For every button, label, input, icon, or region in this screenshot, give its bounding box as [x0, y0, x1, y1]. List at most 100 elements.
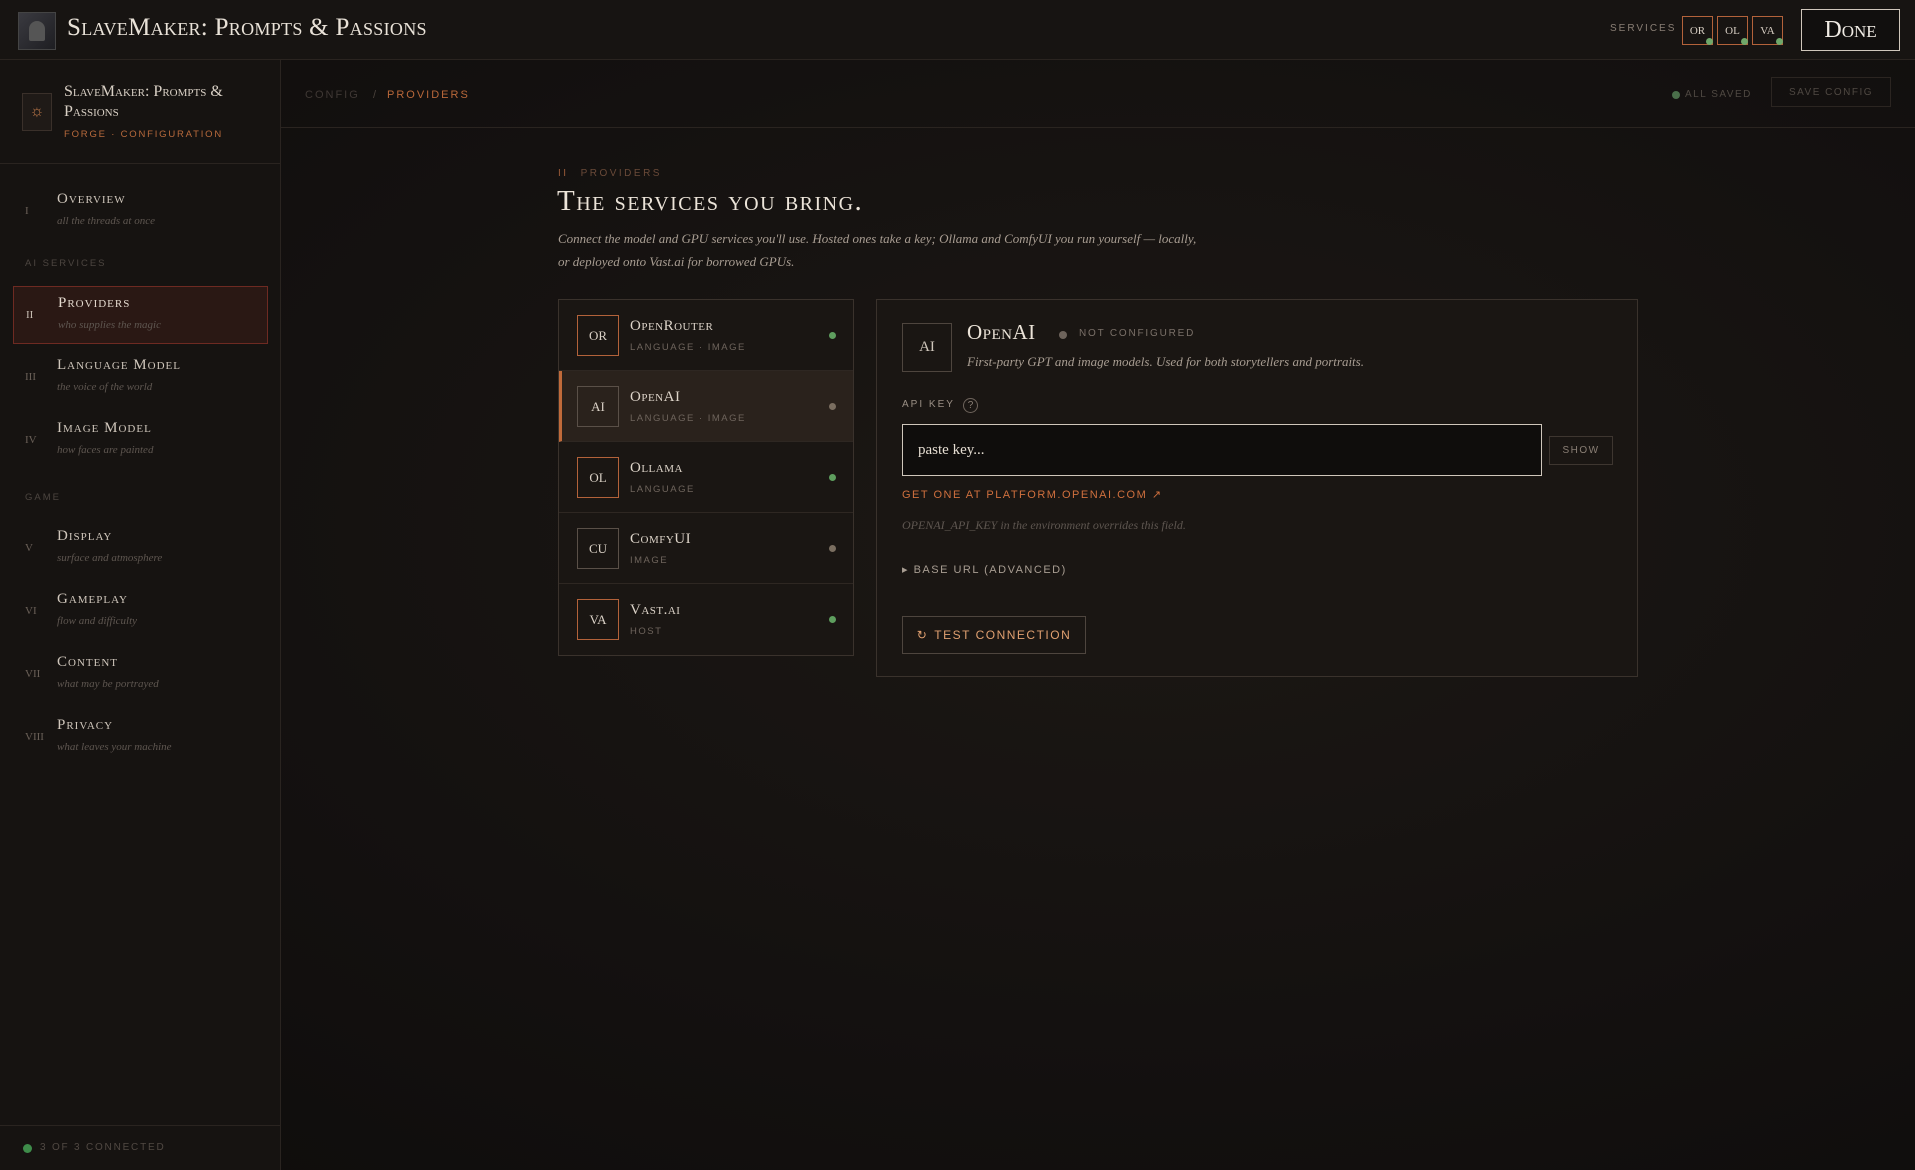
top-bar: SlaveMaker: Prompts & Passions SERVICES …	[0, 0, 1915, 60]
nav-description: who supplies the magic	[58, 319, 161, 331]
breadcrumb-separator: /	[373, 89, 379, 101]
status-dot	[1776, 38, 1783, 45]
sidebar-item-display[interactable]: V Display surface and atmosphere	[13, 520, 268, 578]
base-url-advanced-toggle[interactable]: ▸ BASE URL (ADVANCED)	[902, 563, 1067, 576]
nav-label: Overview	[57, 191, 126, 207]
status-dot	[1741, 38, 1748, 45]
page-description: Connect the model and GPU services you'l…	[558, 231, 1197, 269]
sidebar-item-overview[interactable]: I Overview all the threads at once	[13, 183, 268, 241]
nav-description: how faces are painted	[57, 444, 154, 456]
provider-tags: LANGUAGE · IMAGE	[630, 413, 746, 424]
provider-item-comfyui[interactable]: CU ComfyUI IMAGE	[559, 513, 853, 584]
status-dot	[23, 1144, 32, 1153]
provider-badge: AI	[577, 386, 619, 427]
nav-label: Content	[57, 654, 118, 670]
nav-label: Display	[57, 528, 113, 544]
status-dot	[1059, 331, 1067, 339]
status-badge: NOT CONFIGURED	[1079, 328, 1196, 339]
nav-description: all the threads at once	[57, 215, 155, 227]
nav-description: the voice of the world	[57, 381, 153, 393]
nav-number: I	[25, 205, 29, 217]
service-chip-label: OR	[1689, 24, 1706, 37]
provider-badge: OL	[577, 457, 619, 498]
status-dot	[829, 545, 836, 552]
provider-list: OR OpenRouter LANGUAGE · IMAGE AI OpenAI…	[558, 299, 854, 656]
nav-description: flow and difficulty	[57, 615, 138, 627]
gear-icon: ☼	[22, 93, 52, 131]
provider-tags: IMAGE	[630, 555, 669, 566]
status-dot	[1706, 38, 1713, 45]
sidebar-subtitle: FORGE · CONFIGURATION	[64, 129, 224, 140]
section-eyebrow: II PROVIDERS	[558, 168, 662, 179]
test-connection-label: TEST CONNECTION	[934, 628, 1072, 642]
sidebar: ☼ SlaveMaker: Prompts & Passions FORGE ·…	[0, 60, 281, 1170]
connection-count: 3 OF 3 CONNECTED	[40, 1142, 166, 1153]
breadcrumb: CONFIG / PROVIDERS ALL SAVED SAVE CONFIG	[281, 60, 1915, 128]
page-title: The services you bring.	[557, 185, 864, 217]
provider-tags: LANGUAGE · IMAGE	[630, 342, 746, 353]
service-chip-ollama[interactable]: OL	[1717, 16, 1748, 45]
services-label: SERVICES	[1610, 23, 1677, 34]
status-dot	[829, 616, 836, 623]
provider-tags: LANGUAGE	[630, 484, 695, 495]
nav-number: VI	[25, 605, 37, 617]
provider-name: Vast.ai	[630, 602, 681, 618]
help-icon[interactable]: ?	[963, 398, 978, 413]
service-chip-openrouter[interactable]: OR	[1682, 16, 1713, 45]
save-config-button[interactable]: SAVE CONFIG	[1771, 77, 1891, 107]
nav-label: Language Model	[57, 357, 181, 373]
api-key-label: API KEY	[902, 399, 955, 410]
done-button[interactable]: Done	[1801, 9, 1900, 51]
provider-badge: CU	[577, 528, 619, 569]
provider-name: ComfyUI	[630, 531, 692, 547]
test-connection-button[interactable]: ↻ TEST CONNECTION	[902, 616, 1086, 654]
status-dot	[829, 332, 836, 339]
sidebar-header: ☼ SlaveMaker: Prompts & Passions FORGE ·…	[0, 60, 280, 164]
show-key-button[interactable]: SHOW	[1549, 436, 1613, 465]
refresh-icon: ↻	[916, 628, 929, 642]
saved-status: ALL SAVED	[1685, 89, 1752, 100]
nav-number: IV	[25, 434, 37, 446]
provider-name: OpenRouter	[630, 318, 714, 334]
nav-label: Providers	[58, 295, 131, 311]
nav-number: III	[25, 371, 36, 383]
app-title: SlaveMaker: Prompts & Passions	[67, 14, 427, 41]
service-chip-vastai[interactable]: VA	[1752, 16, 1783, 45]
status-dot	[829, 474, 836, 481]
provider-detail-panel: AI OpenAI NOT CONFIGURED First-party GPT…	[876, 299, 1638, 677]
sidebar-item-content[interactable]: VII Content what may be portrayed	[13, 646, 268, 704]
provider-name: OpenAI	[630, 389, 681, 405]
sidebar-title: SlaveMaker: Prompts & Passions	[64, 83, 223, 120]
provider-item-ollama[interactable]: OL Ollama LANGUAGE	[559, 442, 853, 513]
provider-badge: VA	[577, 599, 619, 640]
nav-label: Image Model	[57, 420, 152, 436]
get-key-link[interactable]: GET ONE AT PLATFORM.OPENAI.COM ↗	[902, 488, 1163, 501]
provider-tags: HOST	[630, 626, 663, 637]
provider-item-openai[interactable]: AI OpenAI LANGUAGE · IMAGE	[559, 371, 853, 442]
nav-section-ai-services: AI SERVICES	[25, 258, 107, 269]
service-chip-label: VA	[1760, 24, 1775, 37]
provider-item-vastai[interactable]: VA Vast.ai HOST	[559, 584, 853, 655]
provider-name: Ollama	[630, 460, 683, 476]
section-name: PROVIDERS	[580, 168, 662, 179]
sidebar-item-image-model[interactable]: IV Image Model how faces are painted	[13, 412, 268, 470]
nav-section-game: GAME	[25, 492, 61, 503]
api-key-input[interactable]	[902, 424, 1542, 476]
sidebar-item-providers[interactable]: II Providers who supplies the magic	[13, 286, 268, 344]
sidebar-item-privacy[interactable]: VIII Privacy what leaves your machine	[13, 709, 268, 767]
nav-description: surface and atmosphere	[57, 552, 163, 564]
status-dot	[829, 403, 836, 410]
provider-badge: OR	[577, 315, 619, 356]
provider-description: First-party GPT and image models. Used f…	[967, 354, 1364, 369]
sidebar-item-language-model[interactable]: III Language Model the voice of the worl…	[13, 349, 268, 407]
nav-number: VII	[25, 668, 41, 680]
env-override-note: OPENAI_API_KEY in the environment overri…	[902, 518, 1186, 532]
saved-status-dot	[1672, 91, 1680, 99]
service-chip-label: OL	[1725, 24, 1740, 37]
sidebar-item-gameplay[interactable]: VI Gameplay flow and difficulty	[13, 583, 268, 641]
nav-number: II	[26, 309, 34, 321]
provider-title: OpenAI	[967, 320, 1036, 344]
nav-description: what leaves your machine	[57, 741, 172, 753]
provider-item-openrouter[interactable]: OR OpenRouter LANGUAGE · IMAGE	[559, 300, 853, 371]
breadcrumb-config[interactable]: CONFIG	[305, 89, 360, 101]
